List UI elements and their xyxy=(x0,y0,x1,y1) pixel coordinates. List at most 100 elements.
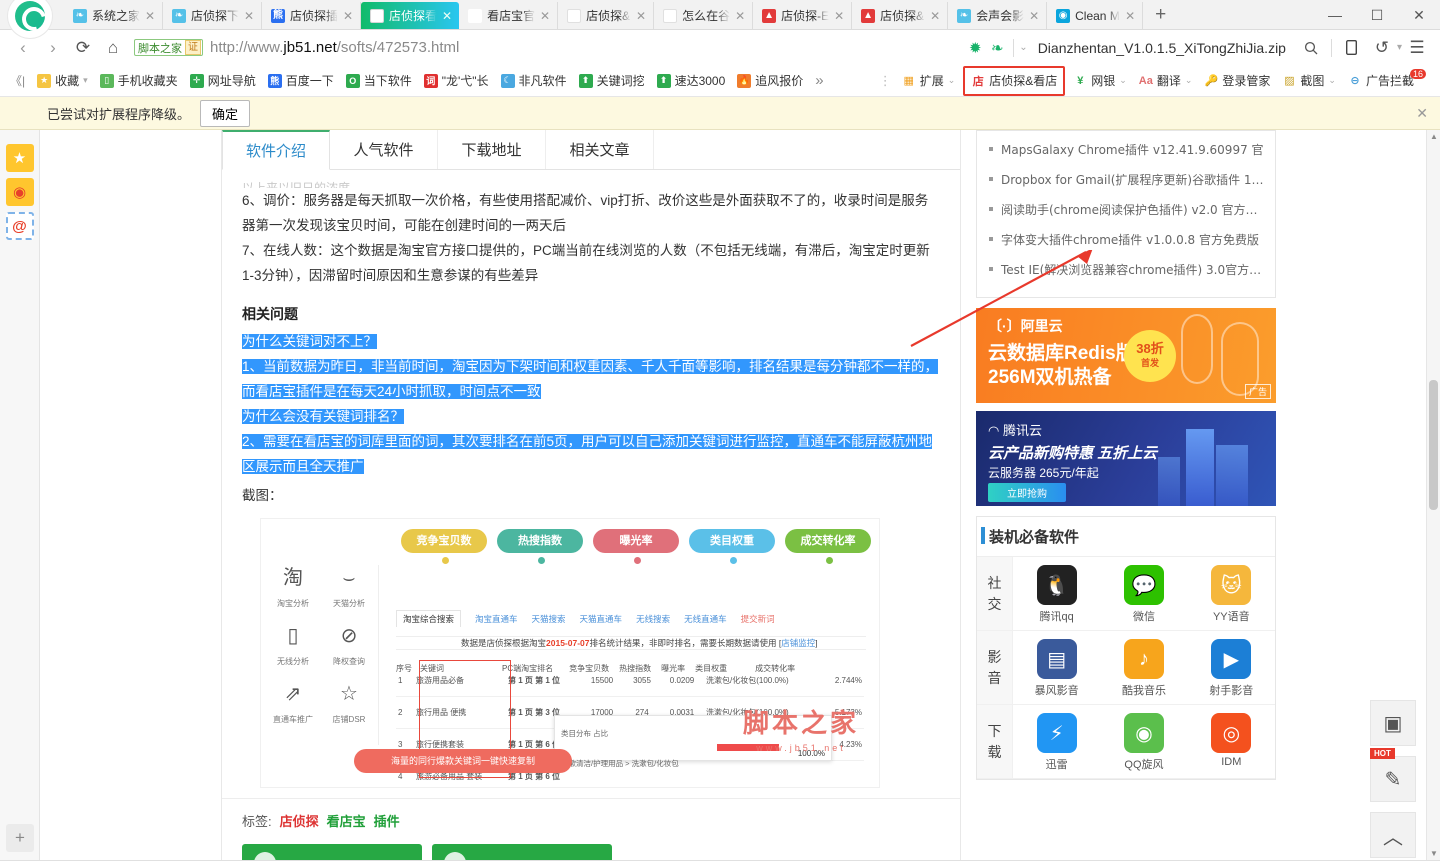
favorites-icon[interactable]: ★ xyxy=(5,144,34,172)
software-item[interactable]: 🐧 腾讯qq xyxy=(1013,557,1100,630)
chevron-down-icon[interactable]: ⌄ xyxy=(1185,75,1193,86)
bookmark-item[interactable]: ✛ 网址导航 xyxy=(184,69,262,93)
tencent-cloud-ad[interactable]: ◠ 腾讯云 云产品新购特惠 五折上云 云服务器 265元/年起 立即抢购 xyxy=(976,411,1276,506)
tab-close-icon[interactable]: ✕ xyxy=(929,9,941,23)
browser-tab[interactable]: ❧ 系统之家 ✕ xyxy=(64,2,164,29)
chevron-down-icon[interactable]: ⌄ xyxy=(948,75,956,86)
scrollbar-thumb[interactable] xyxy=(1429,380,1438,510)
menu-icon[interactable]: ☰ xyxy=(1402,33,1432,63)
chevron-down-icon[interactable]: ⌄ xyxy=(1019,42,1027,53)
tab-close-icon[interactable]: ✕ xyxy=(539,9,551,23)
software-item[interactable]: ◉ QQ旋风 xyxy=(1100,705,1187,778)
add-panel-button[interactable]: + xyxy=(6,824,34,852)
forward-icon[interactable]: › xyxy=(38,33,68,63)
tab-close-icon[interactable]: ✕ xyxy=(833,9,845,23)
browser-tab[interactable]: ☁ 怎么在谷 ✕ xyxy=(654,2,754,29)
weibo-icon[interactable]: ◉ xyxy=(5,178,34,206)
page-scrollbar[interactable]: ▲ ▼ xyxy=(1426,130,1440,860)
close-icon[interactable]: ✕ xyxy=(1416,105,1428,122)
tab-close-icon[interactable]: ✕ xyxy=(734,9,746,23)
tag-item[interactable]: 看店宝 xyxy=(327,814,366,829)
tab-close-icon[interactable]: ✕ xyxy=(441,9,453,23)
plugin-list-item[interactable]: Test IE(解决浏览器兼容chrome插件) 3.0官方… xyxy=(989,261,1263,278)
bookmark-item[interactable]: ⬆ 速达3000 xyxy=(651,69,732,93)
search-icon[interactable] xyxy=(1296,33,1326,63)
close-window-button[interactable]: ✕ xyxy=(1398,0,1440,30)
home-icon[interactable]: ⌂ xyxy=(98,33,128,63)
bookmark-item[interactable]: 词 "龙'弋"长 xyxy=(418,69,495,93)
bookmark-item[interactable]: ▯ 手机收藏夹 xyxy=(94,69,184,93)
ad-cta-button[interactable]: 立即抢购 xyxy=(988,483,1066,502)
software-item[interactable]: ▤ 暴风影音 xyxy=(1013,631,1100,704)
browser-tab[interactable]: ▲ 店侦探& ✕ xyxy=(852,2,949,29)
minimize-button[interactable]: — xyxy=(1314,0,1356,30)
plugin-list-item[interactable]: Dropbox for Gmail(扩展程序更新)谷歌插件 1… xyxy=(989,171,1263,188)
tab-close-icon[interactable]: ✕ xyxy=(144,9,156,23)
browser-tab[interactable]: 店看店宝官 ✕ xyxy=(459,2,559,29)
aliyun-ad[interactable]: 〔·〕阿里云 云数据库Redis版 256M双机热备 38折 首发 广告 xyxy=(976,308,1276,403)
new-tab-button[interactable]: + xyxy=(1143,4,1178,29)
tag-item[interactable]: 店侦探 xyxy=(280,814,319,829)
software-item[interactable]: ▶ 射手影音 xyxy=(1188,631,1275,704)
email-icon[interactable]: @ xyxy=(5,212,34,240)
tab-close-icon[interactable]: ✕ xyxy=(1028,9,1040,23)
tag-item[interactable]: 插件 xyxy=(374,814,400,829)
plugin-list-item[interactable]: MapsGalaxy Chrome插件 v12.41.9.60997 官方… xyxy=(989,141,1263,158)
extension-button[interactable]: Aа 翻译 ⌄ xyxy=(1133,69,1199,93)
tab-close-icon[interactable]: ✕ xyxy=(243,9,255,23)
mobile-view-icon[interactable] xyxy=(1337,33,1367,63)
jb51-site-icon[interactable]: ❧ xyxy=(986,39,1008,57)
bookmark-item[interactable]: ☾ 非凡软件 xyxy=(495,69,573,93)
extension-button[interactable]: 店店侦探&看店 xyxy=(963,65,1066,96)
tab-close-icon[interactable]: ✕ xyxy=(635,9,647,23)
back-to-top-button[interactable]: ︿ xyxy=(1370,812,1416,858)
tab-close-icon[interactable]: ✕ xyxy=(342,9,354,23)
bookmark-item[interactable]: O 当下软件 xyxy=(340,69,418,93)
bookmark-collapse-icon[interactable]: 《| xyxy=(4,69,31,93)
download-button-secondary[interactable] xyxy=(432,844,612,860)
maximize-button[interactable]: ☐ xyxy=(1356,0,1398,30)
browser-tab[interactable]: ☁ 店侦探& ✕ xyxy=(558,2,655,29)
browser-tab[interactable]: ▤ 店侦探看 ✕ xyxy=(361,2,460,29)
scroll-down-arrow[interactable]: ▼ xyxy=(1427,849,1440,858)
content-tab[interactable]: 下载地址 xyxy=(438,130,546,169)
bookmark-item[interactable]: 🔥 追风报价 xyxy=(731,69,809,93)
extension-button[interactable]: ▦ 扩展 ⌄ xyxy=(896,69,962,93)
history-icon[interactable]: ↺ xyxy=(1367,33,1397,63)
software-item[interactable]: 💬 微信 xyxy=(1100,557,1187,630)
software-item[interactable]: ♪ 酷我音乐 xyxy=(1100,631,1187,704)
extension-button[interactable]: 🔑 登录管家 xyxy=(1198,69,1276,93)
content-tab[interactable]: 相关文章 xyxy=(546,130,654,169)
tab-close-icon[interactable]: ✕ xyxy=(1124,9,1136,23)
feedback-button[interactable]: HOT ✎ xyxy=(1370,748,1416,802)
browser-tab[interactable]: 熊店侦探插 ✕ xyxy=(262,2,362,29)
content-tab[interactable]: 人气软件 xyxy=(330,130,438,169)
software-item[interactable]: ⚡ 迅雷 xyxy=(1013,705,1100,778)
url-input[interactable]: 脚本之家 证 http://www.jb51.net/softs/472573.… xyxy=(128,33,964,63)
plugin-list-item[interactable]: 字体变大插件chrome插件 v1.0.0.8 官方免费版 xyxy=(989,231,1263,248)
browser-tab[interactable]: ❧ 会声会影 ✕ xyxy=(948,2,1048,29)
reload-icon[interactable]: ⟳ xyxy=(68,33,98,63)
browser-tab[interactable]: ❧ 店侦探下 ✕ xyxy=(163,2,263,29)
download-filename[interactable]: Dianzhentan_V1.0.1.5_XiTongZhiJia.zip xyxy=(1028,40,1296,56)
qrcode-button[interactable]: ▣ xyxy=(1370,700,1416,746)
bookmark-overflow-button[interactable]: » xyxy=(809,69,829,93)
notification-confirm-button[interactable]: 确定 xyxy=(200,99,251,127)
download-status-icon[interactable]: ✹ xyxy=(964,39,986,57)
download-button-primary[interactable] xyxy=(242,844,422,860)
software-item[interactable]: ◎ IDM xyxy=(1188,705,1275,778)
scroll-up-arrow[interactable]: ▲ xyxy=(1427,132,1440,141)
browser-tab[interactable]: ▲ 店侦探-E ✕ xyxy=(753,2,853,29)
extension-button[interactable]: ⊖ 广告拦截 16 xyxy=(1342,68,1436,93)
browser-tab[interactable]: ◉ Clean M ✕ xyxy=(1047,2,1144,29)
chevron-down-icon[interactable]: ⌄ xyxy=(1328,75,1336,86)
extension-button[interactable]: ¥ 网银 ⌄ xyxy=(1067,69,1133,93)
plugin-list-item[interactable]: 阅读助手(chrome阅读保护色插件) v2.0 官方… xyxy=(989,201,1263,218)
extension-button[interactable]: ▨ 截图 ⌄ xyxy=(1276,69,1342,93)
content-tab[interactable]: 软件介绍 xyxy=(222,130,330,170)
bookmark-item[interactable]: ★ 收藏 ▾ xyxy=(31,69,94,93)
bookmark-item[interactable]: 熊百度一下 xyxy=(262,69,340,93)
software-item[interactable]: 🐱 YY语音 xyxy=(1188,557,1275,630)
chevron-down-icon[interactable]: ▾ xyxy=(83,75,88,86)
chevron-down-icon[interactable]: ⌄ xyxy=(1119,75,1127,86)
